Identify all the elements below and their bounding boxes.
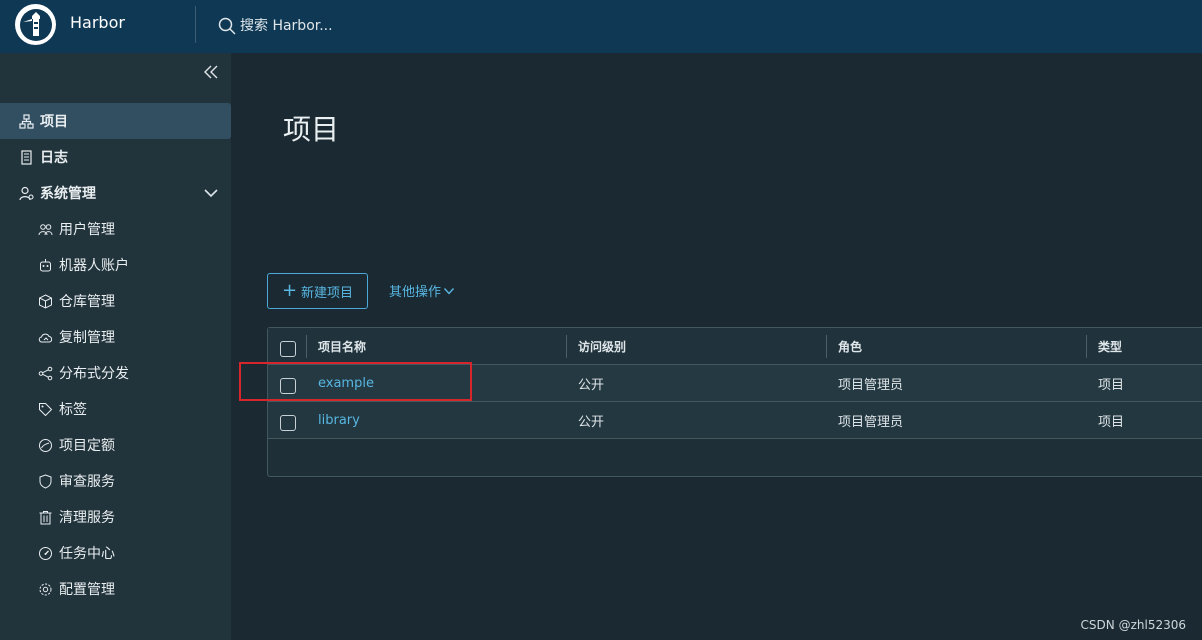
sidebar-item-label: 机器人账户	[59, 258, 129, 274]
global-search[interactable]	[218, 14, 578, 38]
sidebar-item-clean-up[interactable]: 清理服务	[0, 499, 231, 535]
sidebar-item-label: 仓库管理	[59, 294, 115, 310]
access-level: 公开	[578, 378, 605, 393]
page-title: 项目	[283, 113, 340, 146]
sidebar-item-registries[interactable]: 仓库管理	[0, 283, 231, 319]
role: 项目管理员	[838, 415, 904, 430]
sidebar-item-label: 配置管理	[59, 582, 115, 598]
other-actions-label: 其他操作	[389, 285, 442, 300]
chevron-down-icon	[443, 287, 455, 295]
column-separator[interactable]	[566, 335, 567, 358]
harbor-logo-icon[interactable]	[15, 4, 56, 45]
sidebar-item-robot-accounts[interactable]: 机器人账户	[0, 247, 231, 283]
sidebar-item-interrogation-services[interactable]: 审查服务	[0, 463, 231, 499]
header-divider	[195, 6, 196, 43]
sidebar-item-label: 系统管理	[40, 186, 96, 202]
row-checkbox[interactable]	[280, 415, 296, 431]
projects-table: 项目名称 访问级别 角色 类型 example 公开 项目管理员 项目 libr…	[267, 327, 1202, 477]
sidebar-item-label: 项目	[40, 114, 68, 130]
quota-gauge-icon	[37, 437, 53, 453]
plus-icon: +	[281, 280, 298, 301]
users-icon	[37, 221, 53, 237]
cloud-replication-icon	[37, 329, 53, 345]
table-row[interactable]: library 公开 项目管理员 项目	[268, 402, 1202, 439]
type: 项目	[1098, 415, 1125, 430]
type: 项目	[1098, 378, 1125, 393]
sidebar-item-configuration[interactable]: 配置管理	[0, 571, 231, 607]
row-checkbox[interactable]	[280, 378, 296, 394]
robot-icon	[37, 257, 53, 273]
column-header-type[interactable]: 类型	[1098, 328, 1122, 365]
dashboard-icon	[37, 545, 53, 561]
sidebar-item-administration[interactable]: 系统管理	[0, 175, 231, 211]
role: 项目管理员	[838, 378, 904, 393]
gear-icon	[37, 581, 53, 597]
sidebar-item-users[interactable]: 用户管理	[0, 211, 231, 247]
sidebar-item-logs[interactable]: 日志	[0, 139, 231, 175]
log-icon	[18, 149, 34, 165]
tag-icon	[37, 401, 53, 417]
sidebar-item-label: 任务中心	[59, 546, 115, 562]
search-icon	[218, 17, 236, 35]
registry-icon	[37, 293, 53, 309]
sidebar-item-label: 项目定额	[59, 438, 115, 454]
watermark: CSDN @zhl52306	[1080, 618, 1186, 632]
column-separator[interactable]	[1086, 335, 1087, 358]
sidebar-item-project-quotas[interactable]: 项目定额	[0, 427, 231, 463]
main-content: 项目 + 新建项目 其他操作 项目名称 访问级别 角色 类型 example 公…	[231, 53, 1202, 640]
column-header-role[interactable]: 角色	[838, 328, 862, 365]
sidebar-item-label: 日志	[40, 150, 68, 166]
shield-icon	[37, 473, 53, 489]
sidebar-item-label: 清理服务	[59, 510, 115, 526]
collapse-sidebar-button[interactable]	[201, 62, 221, 82]
trash-icon	[37, 509, 53, 525]
column-separator[interactable]	[826, 335, 827, 358]
app-header: Harbor	[0, 0, 1202, 53]
double-chevron-left-icon	[204, 65, 218, 79]
other-actions-dropdown[interactable]: 其他操作	[389, 281, 455, 300]
sidebar-item-labels[interactable]: 标签	[0, 391, 231, 427]
table-header: 项目名称 访问级别 角色 类型	[268, 328, 1202, 365]
brand-name[interactable]: Harbor	[70, 13, 125, 32]
sidebar: 项目 日志 系统管理 用户管理 机器人账户 仓库管理 复制管理 分布式分发 标签	[0, 53, 231, 640]
new-project-button[interactable]: + 新建项目	[267, 273, 368, 309]
sidebar-item-label: 审查服务	[59, 474, 115, 490]
sidebar-item-job-service[interactable]: 任务中心	[0, 535, 231, 571]
new-project-label: 新建项目	[301, 285, 354, 301]
search-input[interactable]	[240, 18, 540, 34]
sidebar-item-label: 分布式分发	[59, 366, 129, 382]
sidebar-item-projects[interactable]: 项目	[0, 103, 231, 139]
sidebar-item-label: 标签	[59, 402, 87, 418]
share-icon	[37, 365, 53, 381]
projects-icon	[18, 113, 34, 129]
sidebar-item-label: 复制管理	[59, 330, 115, 346]
admin-icon	[18, 185, 34, 201]
access-level: 公开	[578, 415, 605, 430]
column-header-access[interactable]: 访问级别	[578, 328, 626, 365]
project-name-link[interactable]: example	[318, 365, 374, 402]
column-header-name[interactable]: 项目名称	[318, 328, 366, 365]
project-name-link[interactable]: library	[318, 402, 360, 439]
sidebar-item-distributions[interactable]: 分布式分发	[0, 355, 231, 391]
column-separator	[306, 335, 307, 358]
sidebar-item-replications[interactable]: 复制管理	[0, 319, 231, 355]
chevron-down-icon[interactable]	[203, 185, 219, 201]
select-all-checkbox[interactable]	[280, 341, 296, 357]
table-row[interactable]: example 公开 项目管理员 项目	[268, 365, 1202, 402]
sidebar-item-label: 用户管理	[59, 222, 115, 238]
